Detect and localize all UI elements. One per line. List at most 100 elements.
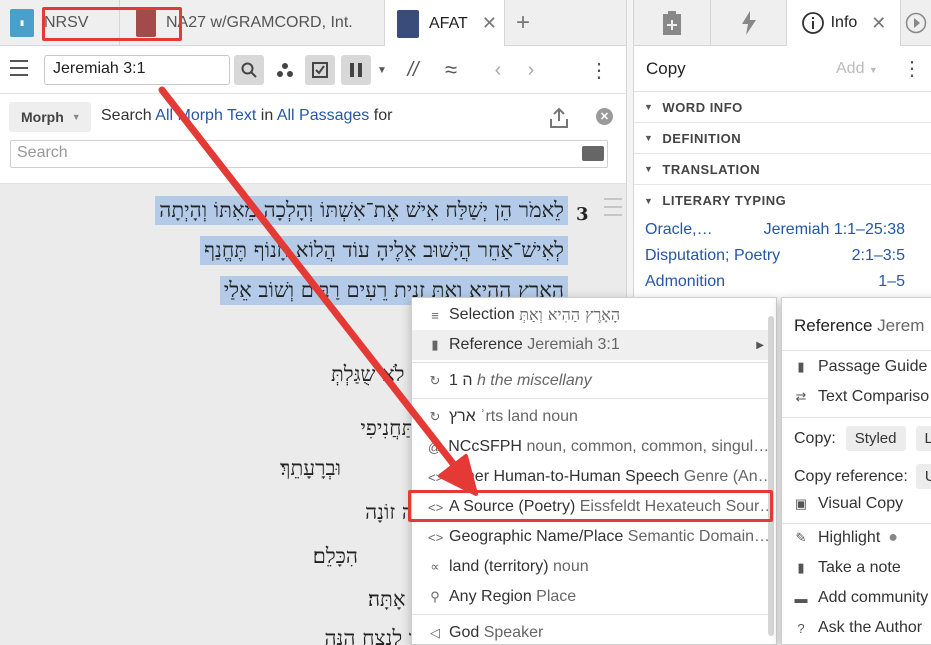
item-label: Text Compariso — [818, 388, 930, 405]
menu-item-selection[interactable]: ≡ Selection הָאָרֶץ הַהִיא וְאַתְּ — [412, 300, 768, 330]
info-icon — [801, 12, 824, 34]
chevron-down-icon[interactable]: ▼ — [372, 55, 392, 85]
hebrew-line[interactable]: לְאִישׁ־אַחֵר הֲיָשׁוּב אֵלֶיהָ עוֹד הֲל… — [200, 236, 568, 265]
back-icon[interactable]: ‹ — [483, 55, 513, 85]
approx-icon[interactable]: ≈ — [436, 55, 466, 85]
literary-range[interactable]: Jeremiah 1:1–25:38 — [764, 221, 905, 239]
section-translation[interactable]: ▼ TRANSLATION — [634, 154, 931, 185]
item-label: Add community — [818, 589, 929, 606]
take-note-item[interactable]: ▮ Take a note — [794, 559, 900, 577]
menu-item-place[interactable]: ⚲ Any Region Place — [412, 582, 768, 612]
literary-row[interactable]: Oracle,… Jeremiah 1:1–25:38 — [645, 221, 905, 239]
morph-label: Morph — [21, 109, 64, 125]
verse-number[interactable]: 3 — [576, 204, 589, 225]
inline-notes-icon[interactable] — [305, 55, 335, 85]
visual-filter-icon[interactable] — [270, 55, 300, 85]
literary-row[interactable]: Admonition 1–5 — [645, 273, 905, 291]
menu-item-morph[interactable]: @ NCcSFPH noun, common, common, singul… — [412, 432, 768, 462]
forward-icon[interactable]: › — [516, 55, 546, 85]
literary-range[interactable]: 2:1–3:5 — [852, 247, 905, 265]
search-input[interactable]: Search — [10, 140, 608, 168]
link-set-icon[interactable]: // — [398, 55, 428, 85]
literary-type[interactable]: Disputation; Poetry — [645, 247, 780, 265]
menu-item-geographic[interactable]: <> Geographic Name/Place Semantic Domain… — [412, 522, 768, 552]
search-in: in — [260, 107, 274, 124]
tab-na27[interactable]: NA27 w/GRAMCORD, Int. — [120, 0, 385, 46]
menu-item-reference[interactable]: ▮ Reference Jeremiah 3:1 ▶ — [412, 330, 768, 360]
copy-reference-button[interactable]: U — [915, 464, 931, 489]
add-button[interactable]: Add ▼ — [836, 60, 878, 78]
search-prefix: Search — [101, 107, 152, 124]
menu-icon[interactable] — [10, 60, 28, 76]
menu-label: Any Region — [449, 588, 532, 605]
literary-range[interactable]: 1–5 — [878, 273, 905, 291]
code-icon: <> — [428, 499, 444, 515]
hebrew-line[interactable]: הִכָּלֵם׃ — [313, 544, 358, 569]
tab-afat[interactable]: AFAT ✕ — [385, 0, 505, 47]
menu-detail: Jeremiah 3:1 — [527, 336, 620, 353]
search-row: Morph ▼ Search All Morph Text in All Pass… — [0, 94, 626, 184]
menu-item-speech[interactable]: <> Other Human-to-Human Speech Genre (An… — [412, 462, 768, 492]
menu-label: NCcSFPH — [448, 438, 522, 455]
text-comparison-item[interactable]: ⇄ Text Compariso — [794, 388, 930, 406]
note-icon: ▮ — [797, 560, 805, 575]
menu-detail: h the miscellany — [476, 372, 592, 389]
add-community-item[interactable]: ▬ Add community — [794, 589, 929, 607]
tab-play[interactable] — [901, 0, 931, 46]
add-tab-icon[interactable]: + — [516, 9, 530, 37]
menu-detail: Genre (An… — [683, 468, 768, 485]
more-options-icon[interactable]: ⋮ — [584, 55, 614, 85]
highlight-item[interactable]: ✎ Highlight ● — [794, 529, 898, 547]
more-options-icon[interactable]: ⋮ — [902, 56, 922, 81]
hebrew-line[interactable]: וּבְרָעָתֵךְ׃ — [280, 456, 341, 481]
menu-item-source[interactable]: <> A Source (Poetry) Eissfeldt Hexateuch … — [412, 492, 768, 522]
section-word-info[interactable]: ▼ WORD INFO — [634, 92, 931, 123]
section-literary-typing[interactable]: ▼ LITERARY TYPING — [634, 185, 931, 216]
section-label: TRANSLATION — [662, 161, 761, 177]
search-icon[interactable] — [234, 55, 264, 85]
item-label: Highlight — [818, 529, 881, 546]
menu-item-lemma[interactable]: ↻ 1 ה h the miscellany — [412, 366, 768, 396]
item-label: Passage Guide — [818, 358, 928, 375]
search-scope-link[interactable]: All Morph Text — [155, 107, 256, 124]
section-definition[interactable]: ▼ DEFINITION — [634, 123, 931, 154]
ask-author-item[interactable]: ? Ask the Author — [794, 619, 922, 637]
share-icon[interactable] — [547, 106, 571, 130]
literary-type[interactable]: Oracle,… — [645, 221, 713, 239]
parallel-icon[interactable] — [341, 55, 371, 85]
menu-separator — [782, 417, 931, 418]
tab-clipboard[interactable] — [634, 0, 711, 46]
lightning-icon — [741, 11, 756, 35]
literary-type[interactable]: Admonition — [645, 273, 725, 291]
visual-copy-item[interactable]: ▣ Visual Copy — [794, 495, 903, 513]
menu-item-root[interactable]: ↻ ארץ ʾrts land noun — [412, 402, 768, 432]
menu-scrollbar[interactable] — [768, 316, 774, 636]
morph-dropdown[interactable]: Morph ▼ — [9, 102, 91, 132]
reference-box[interactable]: Jeremiah 3:1 — [44, 55, 230, 85]
left-tab-bar: ▮ NRSV NA27 w/GRAMCORD, Int. AFAT ✕ + — [0, 0, 626, 47]
keyboard-icon[interactable] — [582, 146, 604, 161]
submenu-title: Reference Jerem — [794, 316, 924, 336]
submenu-arrow-icon: ▶ — [756, 339, 764, 351]
linked-button[interactable]: Lin — [915, 426, 931, 451]
passage-guide-item[interactable]: ▮ Passage Guide — [794, 358, 927, 376]
hebrew-line[interactable]: לֵאמֹר הֵן יְשַׁלַּח אִישׁ אֶת־אִשְׁתּוֹ… — [155, 196, 568, 225]
menu-item-speaker[interactable]: ◁ God Speaker — [412, 618, 768, 644]
tab-nrsv[interactable]: ▮ NRSV — [0, 0, 120, 46]
copy-ref-label: Copy reference: — [794, 467, 908, 485]
copy-button[interactable]: Copy — [646, 59, 686, 79]
close-icon[interactable]: ✕ — [482, 13, 497, 34]
menu-label: Geographic Name/Place — [449, 528, 624, 545]
document-icon: ▮ — [797, 359, 805, 374]
literary-row[interactable]: Disputation; Poetry 2:1–3:5 — [645, 247, 905, 265]
tab-info[interactable]: Info ✕ — [787, 0, 901, 46]
close-icon[interactable]: ✕ — [871, 13, 886, 34]
menu-item-sense[interactable]: ∝ land (territory) noun — [412, 552, 768, 582]
copy-row: Copy: Styled Lin — [794, 426, 931, 451]
tab-lightning[interactable] — [711, 0, 787, 46]
clear-icon[interactable]: ✕ — [596, 108, 613, 125]
search-passages-link[interactable]: All Passages — [277, 107, 370, 124]
styled-button[interactable]: Styled — [845, 426, 906, 451]
clipboard-icon — [663, 11, 681, 35]
menu-detail: noun, common, common, singul… — [526, 438, 768, 455]
